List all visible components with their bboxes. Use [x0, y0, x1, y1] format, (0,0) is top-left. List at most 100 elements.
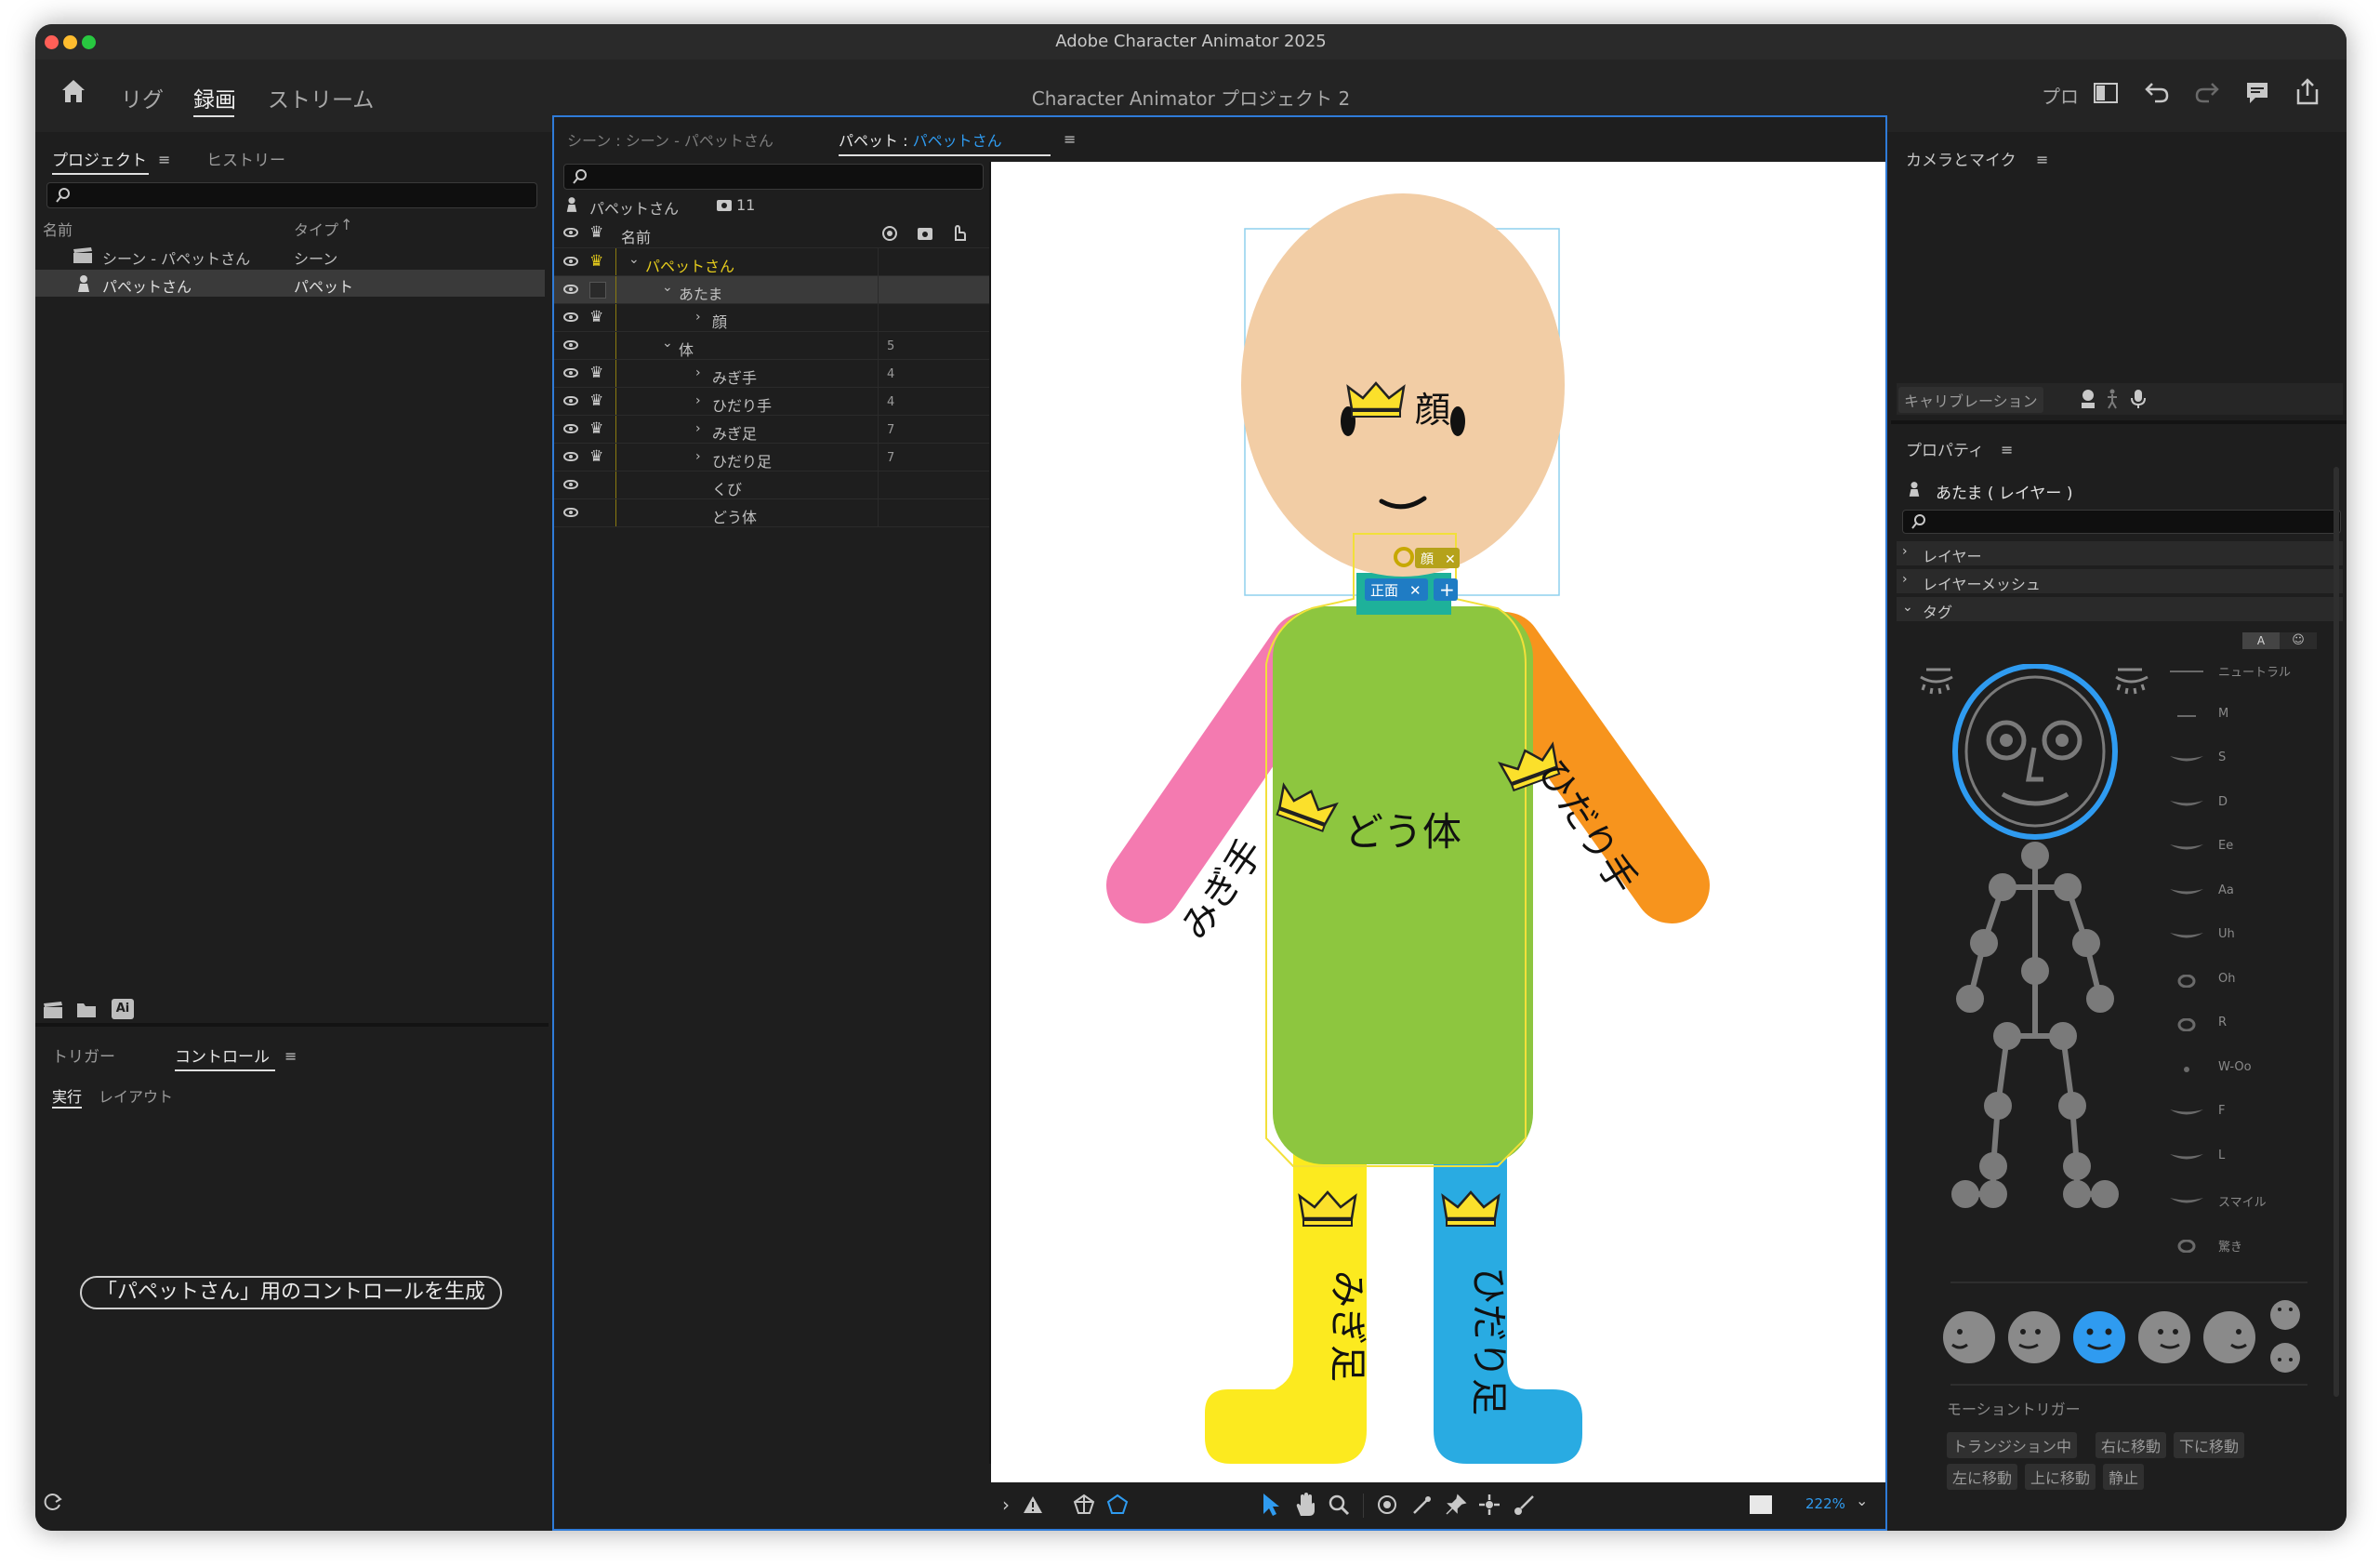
viseme-label[interactable]: W-Oo — [2218, 1060, 2252, 1074]
pin-tool-icon[interactable] — [1445, 1494, 1467, 1516]
viseme-mouth-icon[interactable] — [2168, 797, 2205, 810]
crown-placeholder[interactable] — [589, 282, 606, 299]
sort-arrow-icon[interactable]: ↑ — [340, 216, 352, 233]
tab-controls[interactable]: コントロール — [175, 1043, 270, 1067]
warning-icon[interactable] — [1023, 1495, 1043, 1514]
layer-row[interactable]: ♛ ⌄ パペットさん — [554, 248, 989, 276]
panel-layout-icon[interactable] — [2094, 82, 2118, 104]
viseme-label[interactable]: Ee — [2218, 839, 2233, 853]
chevron-down-icon[interactable]: ⌄ — [628, 252, 640, 267]
handle-tool-icon[interactable] — [1411, 1494, 1434, 1516]
chevron-right-icon[interactable]: › — [695, 393, 701, 408]
viseme-label[interactable]: L — [2218, 1149, 2225, 1162]
visibility-icon[interactable] — [563, 228, 578, 237]
viseme-label[interactable]: F — [2218, 1104, 2225, 1118]
head-turn-icons[interactable] — [1943, 1300, 2347, 1374]
project-row[interactable]: シーン - パペットさん シーン — [35, 242, 549, 269]
viseme-mouth-icon[interactable] — [2168, 885, 2205, 898]
chevron-right-icon[interactable]: › — [695, 365, 701, 380]
face-camera-icon[interactable] — [2079, 389, 2097, 409]
select-tool-icon[interactable] — [1261, 1492, 1281, 1518]
crown-icon[interactable]: ♛ — [589, 419, 603, 438]
new-scene-icon[interactable] — [43, 1001, 63, 1019]
feedback-icon[interactable] — [2244, 80, 2270, 106]
microphone-icon[interactable] — [2131, 389, 2146, 409]
origin-tool-icon[interactable] — [1376, 1494, 1398, 1516]
calibration-button[interactable]: キャリブレーション — [1898, 387, 2043, 413]
motion-tag-transition[interactable]: トランジション中 — [1947, 1432, 2078, 1458]
viseme-label[interactable]: Oh — [2218, 972, 2235, 986]
properties-scrollbar[interactable] — [2334, 467, 2339, 1397]
generate-controls-button[interactable]: 「パペットさん」用のコントロールを生成 — [80, 1276, 502, 1309]
tab-scene[interactable]: シーン : シーン - パペットさん — [567, 128, 774, 151]
zoom-tool-icon[interactable] — [1328, 1494, 1350, 1516]
viseme-label[interactable]: ニュートラル — [2218, 662, 2291, 680]
record-target-icon[interactable] — [881, 225, 898, 242]
layer-row[interactable]: ♛ › みぎ手 4 — [554, 360, 989, 388]
chevron-down-icon[interactable]: ⌄ — [662, 280, 673, 295]
properties-search-input[interactable] — [1902, 510, 2341, 534]
layer-row[interactable]: ♛ › ひだり足 7 — [554, 444, 989, 471]
tab-history[interactable]: ヒストリー — [206, 147, 285, 170]
chevron-down-icon[interactable]: ⌄ — [662, 336, 673, 351]
layer-row[interactable]: ♛ › 顔 — [554, 304, 989, 332]
viseme-mouth-icon[interactable] — [2168, 1106, 2205, 1119]
layer-row[interactable]: ⌄ あたま — [554, 276, 989, 304]
puppet-menu-icon[interactable]: ≡ — [1064, 130, 1076, 148]
outline-icon[interactable] — [1106, 1494, 1129, 1516]
background-swatch[interactable] — [1750, 1495, 1772, 1514]
tab-project[interactable]: プロジェクト — [52, 147, 147, 170]
visibility-icon[interactable] — [563, 480, 578, 489]
properties-menu-icon[interactable]: ≡ — [2001, 441, 2013, 458]
motion-tag-still[interactable]: 静止 — [2103, 1464, 2145, 1490]
undo-icon[interactable] — [2144, 80, 2170, 104]
viseme-mouth-icon[interactable] — [2168, 974, 2205, 988]
layer-search-input[interactable] — [563, 164, 984, 190]
viseme-label[interactable]: Uh — [2218, 927, 2235, 941]
viseme-label[interactable]: S — [2218, 750, 2226, 764]
visibility-icon[interactable] — [563, 340, 578, 350]
section-layer[interactable]: › レイヤー — [1897, 541, 2343, 565]
viseme-mouth-icon[interactable] — [2168, 752, 2205, 765]
visibility-icon[interactable] — [563, 257, 578, 266]
visibility-icon[interactable] — [563, 452, 578, 461]
body-tracker-icon[interactable] — [2105, 389, 2120, 409]
viseme-mouth-icon[interactable] — [2168, 1062, 2205, 1075]
camera-icon[interactable] — [917, 225, 933, 242]
controls-menu-icon[interactable]: ≡ — [284, 1047, 297, 1065]
motion-tag-move-down[interactable]: 下に移動 — [2174, 1432, 2245, 1458]
project-search-input[interactable] — [46, 182, 537, 208]
crown-icon[interactable]: ♛ — [589, 447, 603, 466]
viseme-mouth-icon[interactable] — [2168, 1239, 2205, 1253]
crown-icon[interactable]: ♛ — [589, 364, 603, 382]
layer-row[interactable]: どう体 — [554, 499, 989, 527]
col-header-name[interactable]: 名前 — [43, 218, 73, 240]
motion-tag-move-right[interactable]: 右に移動 — [2096, 1432, 2167, 1458]
visibility-icon[interactable] — [563, 424, 578, 433]
viseme-mouth-icon[interactable] — [2168, 1150, 2205, 1163]
viseme-mouth-icon[interactable] — [2168, 709, 2205, 722]
mesh-icon[interactable] — [1073, 1494, 1095, 1516]
visual-tags-toggle[interactable]: ☺ — [2280, 632, 2317, 649]
dragger-tool-icon[interactable] — [1478, 1494, 1501, 1516]
viseme-label[interactable]: スマイル — [2218, 1192, 2267, 1210]
subtab-layout[interactable]: レイアウト — [99, 1084, 173, 1107]
tag-figure[interactable] — [1919, 664, 2161, 1278]
project-menu-icon[interactable]: ≡ — [158, 151, 170, 168]
layer-row[interactable]: ♛ › ひだり手 4 — [554, 388, 989, 416]
crown-icon[interactable]: ♛ — [589, 252, 603, 271]
section-tags[interactable]: ⌄ タグ — [1897, 597, 2343, 621]
subtab-run[interactable]: 実行 — [52, 1084, 82, 1107]
illustrator-icon[interactable]: Ai — [112, 999, 134, 1019]
folder-icon[interactable] — [76, 1001, 97, 1019]
visibility-icon[interactable] — [563, 396, 578, 405]
chevron-right-icon[interactable]: › — [695, 421, 701, 436]
col-header-type[interactable]: タイプ — [294, 218, 338, 240]
chevron-right-icon[interactable]: › — [695, 310, 701, 325]
layer-row[interactable]: ⌄ 体 5 — [554, 332, 989, 360]
viseme-mouth-icon[interactable] — [2168, 664, 2205, 677]
viseme-mouth-icon[interactable] — [2168, 841, 2205, 854]
share-icon[interactable] — [2294, 78, 2320, 106]
layer-row[interactable]: ♛ › みぎ足 7 — [554, 416, 989, 444]
section-layer-mesh[interactable]: › レイヤーメッシュ — [1897, 569, 2343, 593]
